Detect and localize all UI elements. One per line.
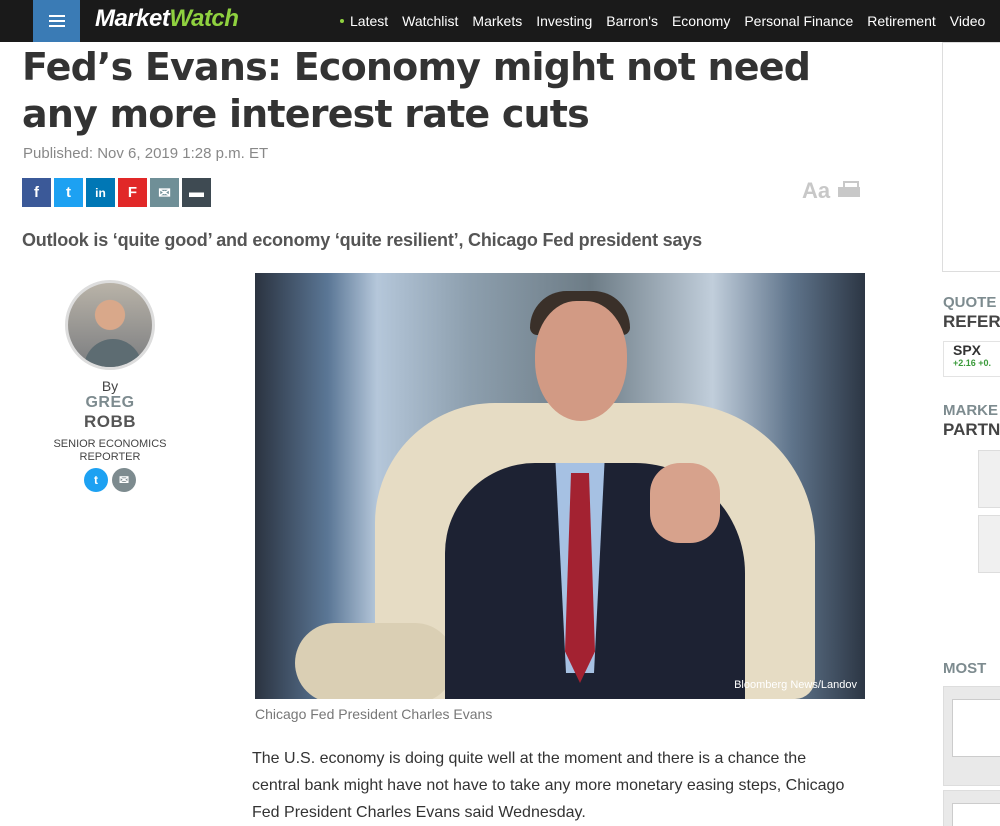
share-bar: f t in F ✉ ▬ [22, 178, 211, 207]
author-avatar[interactable] [65, 280, 155, 370]
ticker-spx[interactable]: SPX +2.16 +0. [943, 341, 1000, 377]
face [535, 301, 627, 421]
armchair-arm [295, 623, 455, 699]
marketwatch-logo[interactable]: MarketWatch [95, 5, 239, 33]
twitter-icon[interactable]: t [54, 178, 83, 207]
linkedin-icon[interactable]: in [86, 178, 115, 207]
nav-retirement[interactable]: Retirement [867, 13, 935, 29]
facebook-icon[interactable]: f [22, 178, 51, 207]
photo-caption: Chicago Fed President Charles Evans [255, 706, 493, 722]
photo-credit: Bloomberg News/Landov [734, 679, 857, 691]
top-navigation-bar: MarketWatch Latest Watchlist Markets Inv… [0, 0, 1000, 42]
print-icon[interactable] [838, 181, 861, 201]
live-dot-icon [340, 19, 344, 23]
published-timestamp: Published: Nov 6, 2019 1:28 p.m. ET [23, 145, 269, 162]
most-panel-1-inner [952, 699, 1000, 757]
author-social: t ✉ [40, 468, 180, 492]
font-size-button[interactable]: Aa [802, 178, 830, 204]
author-first-name[interactable]: GREG [40, 394, 180, 412]
article-body-paragraph: The U.S. economy is doing quite well at … [252, 750, 845, 821]
partner-box-2[interactable] [978, 515, 1000, 573]
article-tools: Aa [802, 178, 861, 204]
nav-latest[interactable]: Latest [350, 13, 388, 29]
most-panel-1[interactable] [943, 686, 1000, 786]
author-block: By GREG ROBB SENIOR ECONOMICS REPORTER t… [40, 280, 180, 492]
nav-economy[interactable]: Economy [672, 13, 730, 29]
author-last-name[interactable]: ROBB [40, 412, 180, 432]
article-subheadline: Outlook is ‘quite good’ and economy ‘qui… [22, 230, 702, 250]
partner-box-1[interactable] [978, 450, 1000, 508]
byline-by: By [101, 378, 119, 394]
ticker-symbol: SPX [953, 342, 982, 358]
nav-video[interactable]: Video [950, 13, 986, 29]
rail-quote-label: QUOTE [943, 294, 997, 311]
rail-partner-label: PARTN [943, 420, 1000, 439]
ticker-change: +2.16 +0. [953, 358, 992, 368]
nav-personal-finance[interactable]: Personal Finance [744, 13, 853, 29]
article-photo: Bloomberg News/Landov [255, 273, 865, 699]
email-icon[interactable]: ✉ [150, 178, 179, 207]
nav-barrons[interactable]: Barron's [606, 13, 658, 29]
article-headline: Fed’s Evans: Economy might not need any … [22, 45, 811, 136]
rail-most-label: MOST [943, 660, 987, 677]
rail-advertisement[interactable] [942, 42, 1000, 272]
hand [650, 463, 720, 543]
author-twitter-icon[interactable]: t [84, 468, 108, 492]
main-nav: Latest Watchlist Markets Investing Barro… [340, 0, 999, 42]
nav-markets[interactable]: Markets [472, 13, 522, 29]
nav-investing[interactable]: Investing [536, 13, 592, 29]
flipboard-icon[interactable]: F [118, 178, 147, 207]
nav-watchlist[interactable]: Watchlist [402, 13, 458, 29]
most-panel-2-inner [952, 803, 1000, 826]
rail-market-label: MARKE [943, 402, 998, 419]
hamburger-menu-button[interactable] [33, 0, 80, 42]
comment-icon[interactable]: ▬ [182, 178, 211, 207]
author-email-icon[interactable]: ✉ [112, 468, 136, 492]
rail-reference-label: REFER [943, 312, 1000, 331]
author-role: SENIOR ECONOMICS REPORTER [53, 438, 167, 463]
most-panel-2[interactable] [943, 790, 1000, 826]
menu-icon [48, 20, 65, 22]
